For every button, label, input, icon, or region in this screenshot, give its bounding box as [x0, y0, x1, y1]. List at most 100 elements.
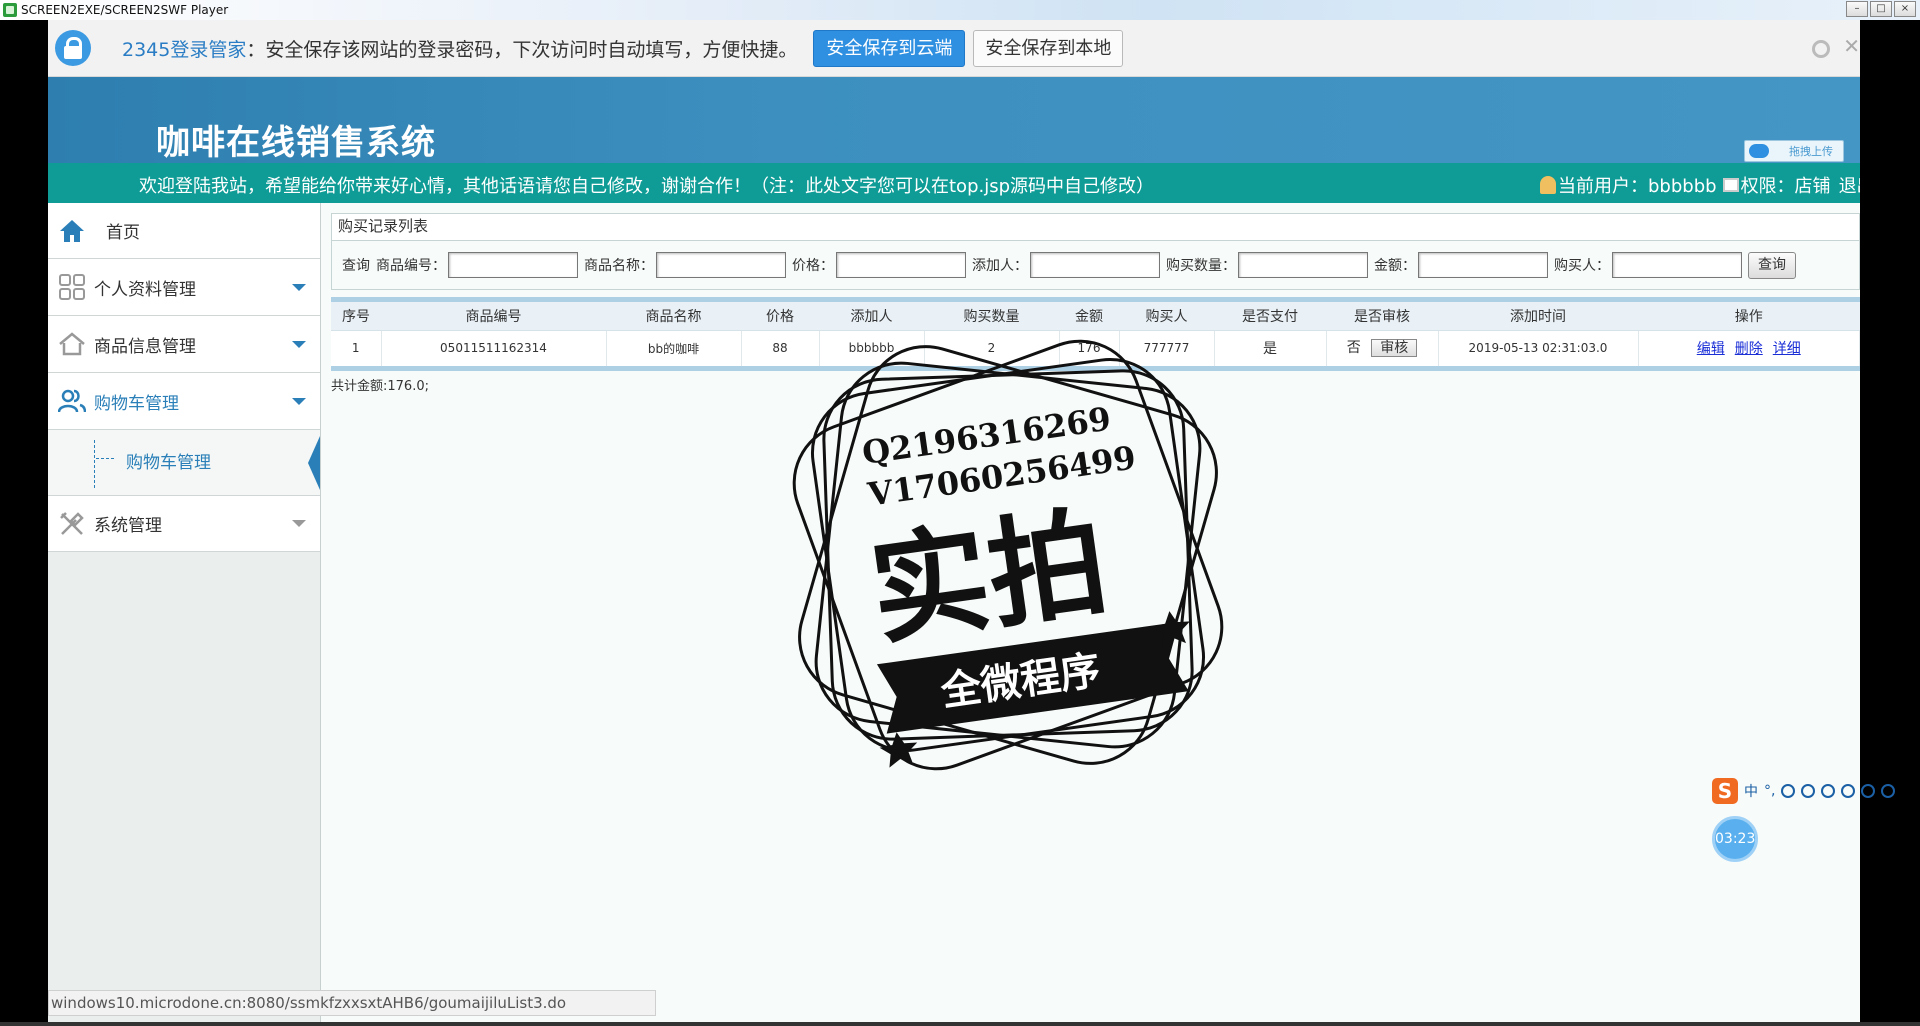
cell-added-time: 2019-05-13 02:31:03.0: [1438, 330, 1639, 366]
col-header: 是否审核: [1326, 302, 1438, 331]
field-label-amount: 金额：: [1374, 258, 1416, 274]
home-icon: [60, 219, 84, 242]
amount-input[interactable]: [1418, 252, 1548, 278]
delete-link[interactable]: 删除: [1735, 341, 1763, 357]
cell-price: 88: [741, 330, 820, 366]
password-bar-text: ：安全保存该网站的登录密码，下次访问时自动填写，方便快捷。: [246, 38, 798, 61]
edit-link[interactable]: 编辑: [1697, 341, 1725, 357]
role-icon: [1722, 178, 1739, 192]
save-to-local-button[interactable]: 安全保存到本地: [973, 29, 1124, 67]
records-table: 序号 商品编号 商品名称 价格 添加人 购买数量 金额 购买人 是否支付 是否审…: [331, 302, 1860, 366]
col-header: 购买人: [1119, 302, 1214, 331]
cell-audited: 否 审核: [1326, 330, 1439, 366]
ime-lang[interactable]: 中: [1744, 781, 1758, 801]
recording-timer: 03:23: [1712, 816, 1758, 862]
chevron-down-icon: [292, 397, 306, 405]
password-bar-message: 2345登录管家：安全保存该网站的登录密码，下次访问时自动填写，方便快捷。: [122, 35, 797, 62]
users-icon: [58, 389, 86, 413]
close-icon[interactable]: ✕: [1843, 34, 1860, 58]
paid-value: 是: [1263, 341, 1277, 358]
col-header: 金额: [1059, 302, 1119, 331]
emoji-icon[interactable]: [1781, 784, 1796, 798]
field-label-quantity: 购买数量：: [1166, 258, 1236, 274]
product-no-input[interactable]: [448, 252, 578, 278]
col-header: 添加时间: [1438, 302, 1638, 331]
user-icon[interactable]: [1841, 784, 1856, 798]
sidebar-item-label: 系统管理: [94, 516, 162, 536]
main-content: 购买记录列表 查询 商品编号： 商品名称： 价格： 添加人： 购买数量： 金额：…: [331, 213, 1860, 394]
menu-icon[interactable]: [1881, 784, 1896, 798]
records-table-wrap: 序号 商品编号 商品名称 价格 添加人 购买数量 金额 购买人 是否支付 是否审…: [331, 297, 1860, 371]
sidebar-item-profile[interactable]: 个人资料管理: [48, 259, 320, 316]
cell-buyer: 777777: [1119, 330, 1215, 366]
cloud-icon: [1749, 144, 1769, 158]
query-button[interactable]: 查询: [1748, 251, 1796, 279]
product-name-input[interactable]: [656, 252, 786, 278]
cell-amount: 176: [1059, 330, 1120, 366]
user-info: 当前用户：bbbbbb 权限：店铺 退出: [1540, 172, 1860, 198]
ime-toolbar: S 中 °,: [1712, 776, 1920, 806]
minimize-button[interactable]: –: [1846, 1, 1868, 17]
sidebar-item-label: 购物车管理: [94, 393, 179, 414]
watermark-big-text: 实拍: [862, 492, 1115, 662]
player-bottom-bar: [0, 1022, 1920, 1026]
drag-upload-button[interactable]: 拖拽上传: [1744, 140, 1844, 162]
ime-punct[interactable]: °,: [1764, 783, 1775, 799]
buyer-input[interactable]: [1612, 252, 1742, 278]
window-controls: – □ ×: [1846, 1, 1916, 17]
close-button[interactable]: ×: [1894, 1, 1916, 17]
field-label-buyer: 购买人：: [1554, 258, 1610, 274]
total-amount: 共计金额:176.0;: [331, 379, 429, 394]
tree-branch: [96, 458, 114, 459]
col-header: 商品编号: [381, 302, 606, 331]
upload-label: 拖拽上传: [1789, 145, 1833, 158]
col-header: 商品名称: [606, 302, 741, 331]
sidebar-item-system[interactable]: 系统管理: [48, 496, 320, 552]
active-pointer-icon: [308, 436, 320, 490]
maximize-button[interactable]: □: [1870, 1, 1892, 17]
table-header-row: 序号 商品编号 商品名称 价格 添加人 购买数量 金额 购买人 是否支付 是否审…: [331, 302, 1860, 331]
chevron-down-icon: [292, 340, 306, 348]
field-label-added-by: 添加人：: [972, 258, 1028, 274]
browser-viewport: 2345登录管家：安全保存该网站的登录密码，下次访问时自动填写，方便快捷。 安全…: [48, 20, 1860, 1022]
skin-icon[interactable]: [1861, 784, 1876, 798]
quantity-input[interactable]: [1238, 252, 1368, 278]
welcome-marquee: 欢迎登陆我站，希望能给你带来好心情，其他话语请您自己修改，谢谢合作！（注：此处文…: [139, 176, 1155, 197]
user-role: 权限：店铺: [1740, 176, 1831, 197]
price-input[interactable]: [836, 252, 966, 278]
cell-index: 1: [331, 330, 382, 366]
chevron-down-icon: [292, 520, 306, 527]
browser-status-url: windows10.microdone.cn:8080/ssmkfzxxsxtA…: [48, 990, 656, 1016]
sidebar-subitem-label: 购物车管理: [126, 453, 211, 473]
logout-link[interactable]: 退出: [1839, 172, 1860, 198]
site-header: 咖啡在线销售系统 拖拽上传: [48, 77, 1860, 163]
sogou-icon[interactable]: S: [1712, 778, 1738, 804]
field-label-price: 价格：: [792, 258, 834, 274]
sidebar-item-home[interactable]: 首页: [48, 203, 320, 259]
sidebar-item-cart[interactable]: 购物车管理: [48, 373, 320, 430]
sidebar: 首页 个人资料管理 商品信息管理 购物车管理 购物车管理 系统管理: [48, 203, 321, 1022]
added-by-input[interactable]: [1030, 252, 1160, 278]
screen: SCREEN2EXE/SCREEN2SWF Player – □ × 2345登…: [0, 0, 1920, 1026]
sidebar-subitem-cart[interactable]: 购物车管理: [48, 430, 320, 496]
watermark-qq: Q2196316269: [860, 400, 1113, 472]
keyboard-icon[interactable]: [1821, 784, 1836, 798]
sidebar-item-label: 商品信息管理: [94, 336, 196, 357]
panel-title: 购买记录列表: [331, 213, 1860, 240]
player-app-icon: [3, 3, 17, 17]
sidebar-item-products[interactable]: 商品信息管理: [48, 316, 320, 373]
audit-button[interactable]: 审核: [1371, 339, 1418, 358]
table-bottom-border: [331, 366, 1860, 371]
col-header: 添加人: [819, 302, 924, 331]
col-header: 操作: [1638, 302, 1860, 331]
detail-link[interactable]: 详细: [1773, 341, 1801, 357]
cell-quantity: 2: [924, 330, 1060, 366]
save-to-cloud-button[interactable]: 安全保存到云端: [813, 29, 966, 67]
cell-product-no: 05011511162314: [381, 330, 607, 366]
mic-icon[interactable]: [1801, 784, 1816, 798]
chevron-down-icon: [292, 283, 306, 291]
col-header: 序号: [331, 302, 381, 331]
system-title: 咖啡在线销售系统: [156, 123, 436, 163]
grid-icon: [59, 274, 85, 300]
gear-icon[interactable]: [1812, 40, 1830, 58]
